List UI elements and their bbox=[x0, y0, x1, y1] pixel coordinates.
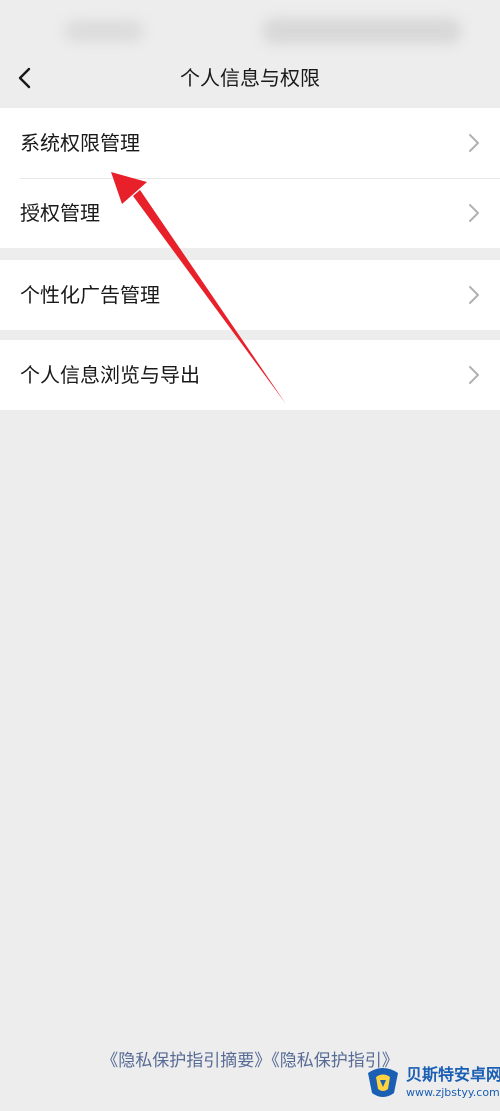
status-bar-right-blurred bbox=[262, 18, 462, 44]
page-title: 个人信息与权限 bbox=[180, 66, 320, 90]
menu-group-export: 个人信息浏览与导出 bbox=[0, 340, 500, 410]
menu-item-personalized-ads[interactable]: 个性化广告管理 bbox=[0, 260, 500, 330]
menu-item-label: 系统权限管理 bbox=[20, 131, 140, 155]
menu-item-authorization[interactable]: 授权管理 bbox=[0, 178, 500, 248]
menu-group-permissions: 系统权限管理 授权管理 bbox=[0, 108, 500, 248]
status-bar bbox=[0, 0, 500, 56]
privacy-summary-link[interactable]: 《隐私保护指引摘要》 bbox=[101, 1051, 271, 1071]
menu-item-label: 个性化广告管理 bbox=[20, 283, 160, 307]
menu-item-system-permissions[interactable]: 系统权限管理 bbox=[0, 108, 500, 178]
chevron-right-icon bbox=[468, 365, 480, 385]
menu-group-ads: 个性化广告管理 bbox=[0, 260, 500, 330]
site-watermark: 贝斯特安卓网 www.zjbstyy.com bbox=[364, 1055, 500, 1111]
menu-item-label: 授权管理 bbox=[20, 201, 100, 225]
menu-item-personal-info-export[interactable]: 个人信息浏览与导出 bbox=[0, 340, 500, 410]
watermark-site-name: 贝斯特安卓网 bbox=[406, 1065, 500, 1084]
chevron-right-icon bbox=[468, 133, 480, 153]
chevron-right-icon bbox=[468, 285, 480, 305]
status-bar-left-blurred bbox=[64, 20, 144, 42]
menu-item-label: 个人信息浏览与导出 bbox=[20, 363, 200, 387]
chevron-right-icon bbox=[468, 203, 480, 223]
watermark-site-url: www.zjbstyy.com bbox=[406, 1086, 500, 1099]
navigation-bar: 个人信息与权限 bbox=[0, 56, 500, 100]
watermark-logo-icon bbox=[368, 1068, 398, 1097]
